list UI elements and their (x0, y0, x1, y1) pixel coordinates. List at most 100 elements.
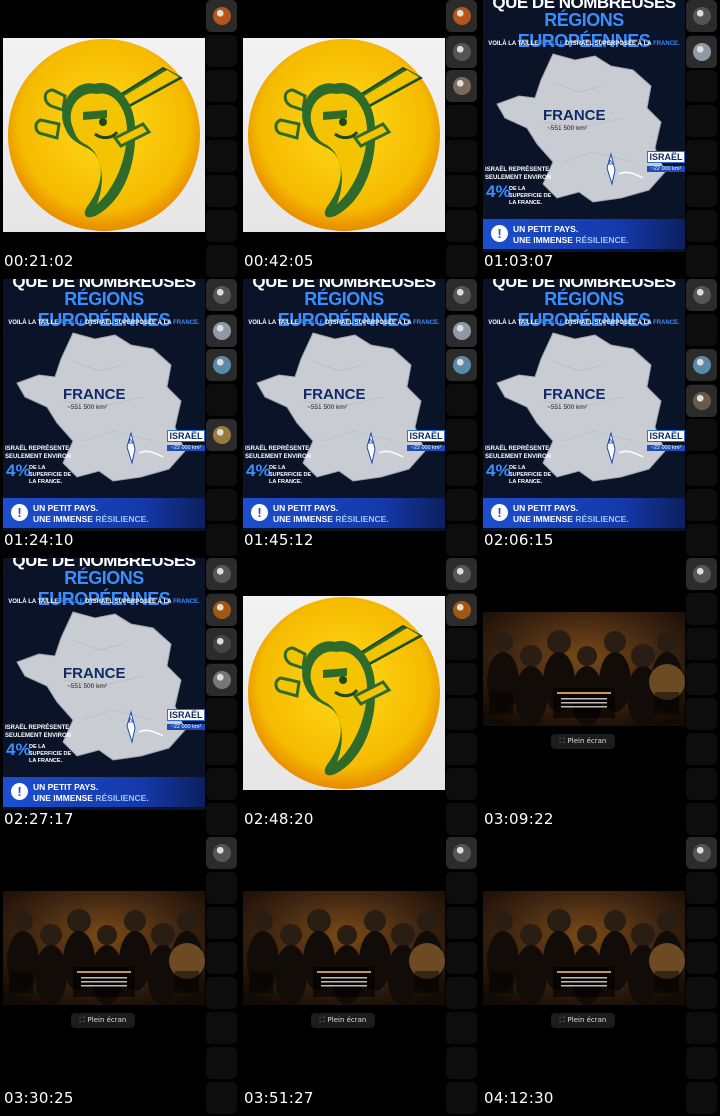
side-slot (206, 872, 237, 904)
fullscreen-icon: ⛶ (319, 1016, 325, 1024)
side-slot (686, 524, 717, 556)
fullscreen-button[interactable]: ⛶ Plein écran (551, 1013, 615, 1028)
side-slot (446, 175, 477, 207)
israel-france-poster: QUE DE NOMBREUSES RÉGIONS EUROPÉENNES VO… (483, 279, 685, 531)
frame-thumbnail[interactable]: 00:42:05 (240, 0, 480, 279)
viewer-avatar-icon[interactable] (206, 837, 237, 869)
side-slot (686, 872, 717, 904)
viewer-avatar-icon[interactable] (446, 594, 477, 626)
frame-image[interactable]: QUE DE NOMBREUSES RÉGIONS EUROPÉENNES VO… (3, 558, 205, 810)
frame-timestamp: 03:30:25 (4, 1089, 74, 1107)
side-slot (686, 1012, 717, 1044)
side-slot (446, 140, 477, 172)
frame-image[interactable] (3, 0, 205, 252)
frame-image[interactable]: ⛶ Plein écran (483, 558, 685, 810)
viewer-avatar-icon[interactable] (446, 279, 477, 311)
viewer-avatar-icon[interactable] (686, 349, 717, 381)
side-slot (206, 454, 237, 486)
frame-thumbnail[interactable]: QUE DE NOMBREUSES RÉGIONS EUROPÉENNES VO… (240, 279, 480, 558)
side-slot (446, 942, 477, 974)
frame-image[interactable]: QUE DE NOMBREUSES RÉGIONS EUROPÉENNES VO… (3, 279, 205, 531)
viewer-avatar-icon[interactable] (686, 837, 717, 869)
frame-image[interactable]: ⛶ Plein écran (483, 837, 685, 1089)
frame-image[interactable] (243, 0, 445, 252)
frame-thumbnail[interactable]: QUE DE NOMBREUSES RÉGIONS EUROPÉENNES VO… (480, 279, 720, 558)
viewer-avatar-icon[interactable] (446, 36, 477, 68)
side-slot (206, 35, 237, 67)
side-avatar-column (206, 279, 237, 558)
frame-image[interactable]: ⛶ Plein écran (3, 837, 205, 1089)
side-slot (446, 489, 477, 521)
exclamation-icon: ! (491, 504, 508, 521)
viewer-avatar-icon[interactable] (686, 36, 717, 68)
resilience-banner: ! UN PETIT PAYS. UNE IMMENSE RÉSILIENCE. (3, 777, 205, 807)
side-avatar-column (206, 0, 237, 279)
fullscreen-button[interactable]: ⛶ Plein écran (311, 1013, 375, 1028)
frame-image[interactable] (243, 558, 445, 810)
side-slot (446, 872, 477, 904)
side-slot (686, 454, 717, 486)
banner-line2: UNE IMMENSE RÉSILIENCE. (513, 235, 629, 245)
frame-thumbnail[interactable]: ⛶ Plein écran 04:12:30 (480, 837, 720, 1116)
side-slot (446, 245, 477, 277)
frame-thumbnail[interactable]: ⛶ Plein écran 03:51:27 (240, 837, 480, 1116)
viewer-avatar-icon[interactable] (206, 315, 237, 347)
side-slot (686, 593, 717, 625)
viewer-avatar-icon[interactable] (446, 70, 477, 102)
fullscreen-button[interactable]: ⛶ Plein écran (71, 1013, 135, 1028)
side-slot (206, 175, 237, 207)
israel-label: ISRAËL (647, 151, 685, 163)
frame-thumbnail[interactable]: QUE DE NOMBREUSES RÉGIONS EUROPÉENNES VO… (0, 279, 240, 558)
viewer-avatar-icon[interactable] (206, 664, 237, 696)
france-area: ~551 500 km² (67, 683, 107, 690)
frame-thumbnail[interactable]: QUE DE NOMBREUSES RÉGIONS EUROPÉENNES VO… (0, 558, 240, 837)
viewer-avatar-icon[interactable] (206, 628, 237, 660)
viewer-avatar-icon[interactable] (686, 558, 717, 590)
side-avatar-column (446, 0, 477, 279)
side-slot (206, 245, 237, 277)
viewer-avatar-icon[interactable] (206, 0, 237, 32)
frame-image[interactable]: QUE DE NOMBREUSES RÉGIONS EUROPÉENNES VO… (483, 0, 685, 252)
side-avatar-column (686, 0, 717, 279)
viewer-avatar-icon[interactable] (446, 349, 477, 381)
france-label: FRANCE (543, 386, 606, 403)
frame-image[interactable]: ⛶ Plein écran (243, 837, 445, 1089)
side-slot (206, 489, 237, 521)
fullscreen-button[interactable]: ⛶ Plein écran (551, 734, 615, 749)
viewer-avatar-icon[interactable] (686, 385, 717, 417)
side-slot (446, 698, 477, 730)
frame-thumbnail[interactable]: QUE DE NOMBREUSES RÉGIONS EUROPÉENNES VO… (480, 0, 720, 279)
side-avatar-column (446, 279, 477, 558)
frame-thumbnail[interactable]: ⛶ Plein écran 03:30:25 (0, 837, 240, 1116)
viewer-avatar-icon[interactable] (446, 0, 477, 32)
side-slot (206, 1012, 237, 1044)
viewer-avatar-icon[interactable] (446, 558, 477, 590)
percent-text: DE LA SUPERFICIE DE LA FRANCE. (29, 744, 72, 764)
viewer-avatar-icon[interactable] (206, 594, 237, 626)
viewer-avatar-icon[interactable] (686, 279, 717, 311)
exclamation-icon: ! (491, 225, 508, 242)
frame-image[interactable]: QUE DE NOMBREUSES RÉGIONS EUROPÉENNES VO… (483, 279, 685, 531)
frame-thumbnail[interactable]: 00:21:02 (0, 0, 240, 279)
represents-text: ISRAËL REPRÉSENTE SEULEMENT ENVIRON (485, 167, 552, 181)
side-slot (446, 1012, 477, 1044)
viewer-avatar-icon[interactable] (206, 279, 237, 311)
france-area: ~551 500 km² (547, 404, 587, 411)
frame-image[interactable]: QUE DE NOMBREUSES RÉGIONS EUROPÉENNES VO… (243, 279, 445, 531)
banner-line1: UN PETIT PAYS. (273, 503, 339, 513)
side-slot (686, 907, 717, 939)
exclamation-icon: ! (11, 783, 28, 800)
viewer-avatar-icon[interactable] (686, 0, 717, 32)
viewer-avatar-icon[interactable] (206, 558, 237, 590)
frame-thumbnail[interactable]: ⛶ Plein écran 03:09:22 (480, 558, 720, 837)
frame-timestamp: 01:03:07 (484, 252, 554, 270)
banner-line2: UNE IMMENSE RÉSILIENCE. (33, 514, 149, 524)
banner-line1: UN PETIT PAYS. (33, 782, 99, 792)
frame-thumbnail[interactable]: 02:48:20 (240, 558, 480, 837)
viewer-avatar-icon[interactable] (206, 349, 237, 381)
viewer-avatar-icon[interactable] (446, 837, 477, 869)
israel-label: ISRAËL (407, 430, 445, 442)
side-slot (206, 907, 237, 939)
viewer-avatar-icon[interactable] (206, 419, 237, 451)
viewer-avatar-icon[interactable] (446, 315, 477, 347)
